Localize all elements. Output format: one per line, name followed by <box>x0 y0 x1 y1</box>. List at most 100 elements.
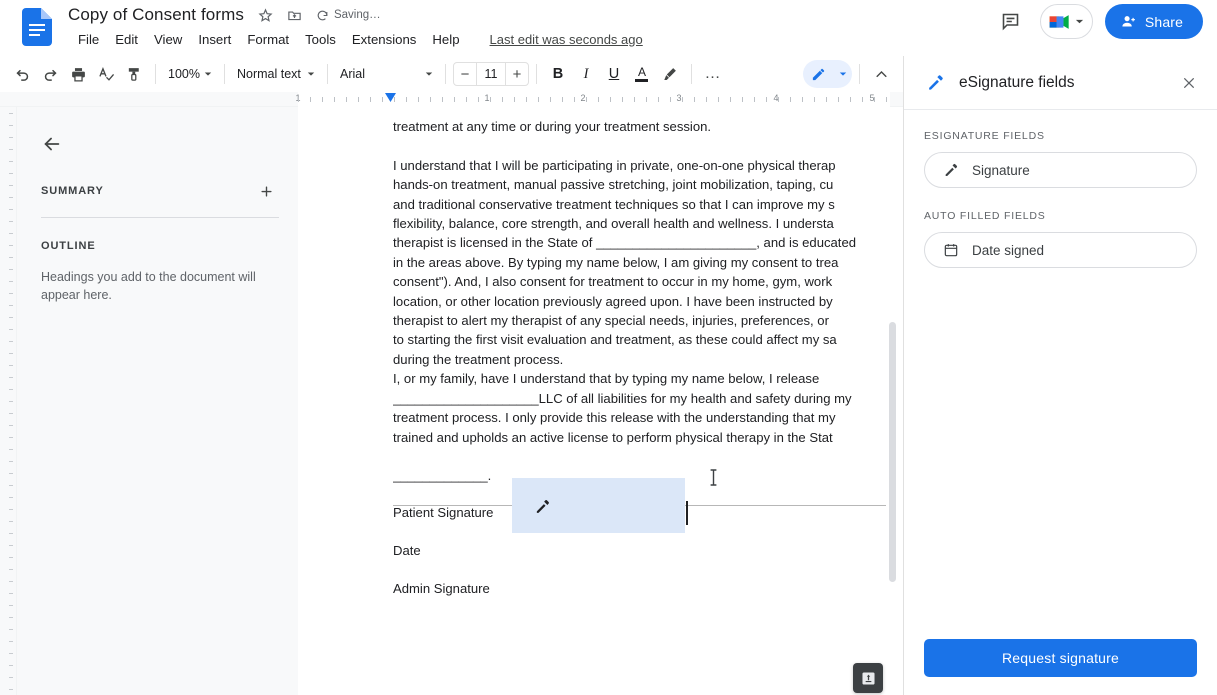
person-add-icon <box>1122 16 1135 27</box>
editing-mode-dropdown[interactable] <box>833 60 852 88</box>
title-row: Copy of Consent forms Saving… <box>68 2 381 28</box>
signature-field-chip[interactable]: Signature <box>924 152 1197 188</box>
date-signed-field-chip[interactable]: Date signed <box>924 232 1197 268</box>
redo-icon[interactable] <box>36 60 64 88</box>
document-body-text[interactable]: treatment at any time or during your tre… <box>393 107 893 506</box>
editing-mode-button[interactable] <box>803 60 833 88</box>
ruler-tick <box>574 97 575 102</box>
undo-icon[interactable] <box>8 60 36 88</box>
zoom-dropdown[interactable]: 100% <box>163 61 217 87</box>
ruler-tick <box>658 97 659 102</box>
ruler-tick <box>502 97 503 102</box>
menu-extensions[interactable]: Extensions <box>344 30 425 49</box>
ruler-tick <box>310 97 311 102</box>
underline-button[interactable]: U <box>600 60 628 88</box>
side-panel-title: eSignature fields <box>959 73 1075 91</box>
document-canvas[interactable]: treatment at any time or during your tre… <box>298 107 903 695</box>
signature-block: Patient Signature Date Admin Signature <box>393 469 893 596</box>
horizontal-ruler[interactable]: 1 1 2 3 4 5 <box>0 92 903 107</box>
explore-button[interactable] <box>853 663 883 693</box>
font-size-input[interactable]: 11 <box>475 63 506 85</box>
ruler-tick <box>682 97 683 102</box>
menu-view[interactable]: View <box>146 30 190 49</box>
paragraph-style-dropdown[interactable]: Normal text <box>232 61 320 87</box>
google-docs-logo-icon[interactable] <box>22 8 52 46</box>
font-size-increase[interactable]: + <box>506 63 528 85</box>
move-to-folder-icon[interactable] <box>287 8 302 23</box>
doc-line: during the treatment process. <box>393 351 564 367</box>
ruler-tick <box>610 97 611 102</box>
vertical-ruler-tick <box>9 245 13 246</box>
doc-line: ____________________LLC of all liabiliti… <box>393 390 852 406</box>
ruler-number: 1 <box>484 93 490 103</box>
paint-format-icon[interactable] <box>120 60 148 88</box>
last-edit-link[interactable]: Last edit was seconds ago <box>490 32 643 47</box>
underline-label: U <box>608 66 620 82</box>
vertical-ruler-tick <box>9 533 13 534</box>
menu-insert[interactable]: Insert <box>190 30 239 49</box>
ruler-tick <box>790 97 791 102</box>
vertical-ruler-tick <box>9 557 13 558</box>
admin-signature-label: Admin Signature <box>393 581 490 596</box>
formatting-toolbar: 100% Normal text Arial − 11 + B I U A … <box>0 56 903 92</box>
doc-line: hands-on treatment, manual passive stret… <box>393 177 834 193</box>
back-arrow-icon[interactable] <box>41 133 63 155</box>
vertical-ruler-tick <box>9 641 13 642</box>
more-options-icon[interactable]: … <box>699 60 727 88</box>
menu-edit[interactable]: Edit <box>107 30 146 49</box>
signature-pen-icon <box>943 162 959 178</box>
google-meet-button[interactable] <box>1039 4 1093 39</box>
ruler-tick <box>826 97 827 102</box>
ruler-tick <box>874 97 875 102</box>
print-icon[interactable] <box>64 60 92 88</box>
italic-button[interactable]: I <box>572 60 600 88</box>
ruler-tick <box>442 97 443 102</box>
vertical-ruler-tick <box>9 125 13 126</box>
spellcheck-icon[interactable] <box>92 60 120 88</box>
doc-line: treatment at any time or during your tre… <box>393 119 712 134</box>
page-title[interactable]: Copy of Consent forms <box>68 5 244 25</box>
menu-file[interactable]: File <box>70 30 107 49</box>
share-button[interactable]: Share <box>1104 4 1203 39</box>
vertical-ruler-tick <box>9 425 13 426</box>
document-scrollbar[interactable] <box>886 107 898 695</box>
ruler-tick <box>478 97 479 102</box>
doc-line: therapist to alert my therapist of any s… <box>393 313 829 329</box>
font-size-decrease[interactable]: − <box>454 63 476 85</box>
vertical-ruler-tick <box>9 197 13 198</box>
font-family-dropdown[interactable]: Arial <box>335 61 438 87</box>
request-signature-button[interactable]: Request signature <box>924 639 1197 677</box>
ruler-tick <box>814 97 815 102</box>
vertical-ruler-tick <box>9 365 13 366</box>
add-summary-button[interactable] <box>256 181 276 201</box>
chevron-down-icon <box>425 72 433 76</box>
signature-field-label: Signature <box>972 162 1030 178</box>
ruler-tick <box>346 97 347 102</box>
side-panel-body: ESIGNATURE FIELDS Signature AUTO FILLED … <box>904 110 1217 268</box>
toolbar-divider <box>326 64 328 84</box>
chevron-down-icon <box>1076 19 1084 24</box>
chevron-down-icon <box>307 72 315 76</box>
google-docs-window: Copy of Consent forms Saving… File Edit … <box>0 0 1217 695</box>
doc-line: trained and upholds an active license to… <box>393 429 833 445</box>
bold-button[interactable]: B <box>544 60 572 88</box>
scrollbar-thumb[interactable] <box>889 322 896 582</box>
star-icon[interactable] <box>258 7 273 23</box>
saving-status: Saving… <box>316 9 381 22</box>
ruler-tick <box>514 97 515 102</box>
menu-tools[interactable]: Tools <box>297 30 344 49</box>
collapse-chevron-icon[interactable] <box>867 60 895 88</box>
text-color-swatch <box>635 78 649 82</box>
highlight-pen-icon[interactable] <box>656 60 684 88</box>
signature-field-placeholder[interactable] <box>512 469 717 533</box>
font-value: Arial <box>339 67 365 81</box>
menu-help[interactable]: Help <box>424 30 467 49</box>
text-color-button[interactable]: A <box>628 60 656 88</box>
doc-line-blank <box>393 136 893 155</box>
esignature-side-panel: eSignature fields ESIGNATURE FIELDS Sign… <box>903 56 1217 695</box>
comment-icon[interactable] <box>994 5 1028 39</box>
vertical-ruler-tick <box>9 413 13 414</box>
ruler-tick <box>418 97 419 102</box>
close-icon[interactable] <box>1175 69 1203 97</box>
menu-format[interactable]: Format <box>239 30 297 49</box>
